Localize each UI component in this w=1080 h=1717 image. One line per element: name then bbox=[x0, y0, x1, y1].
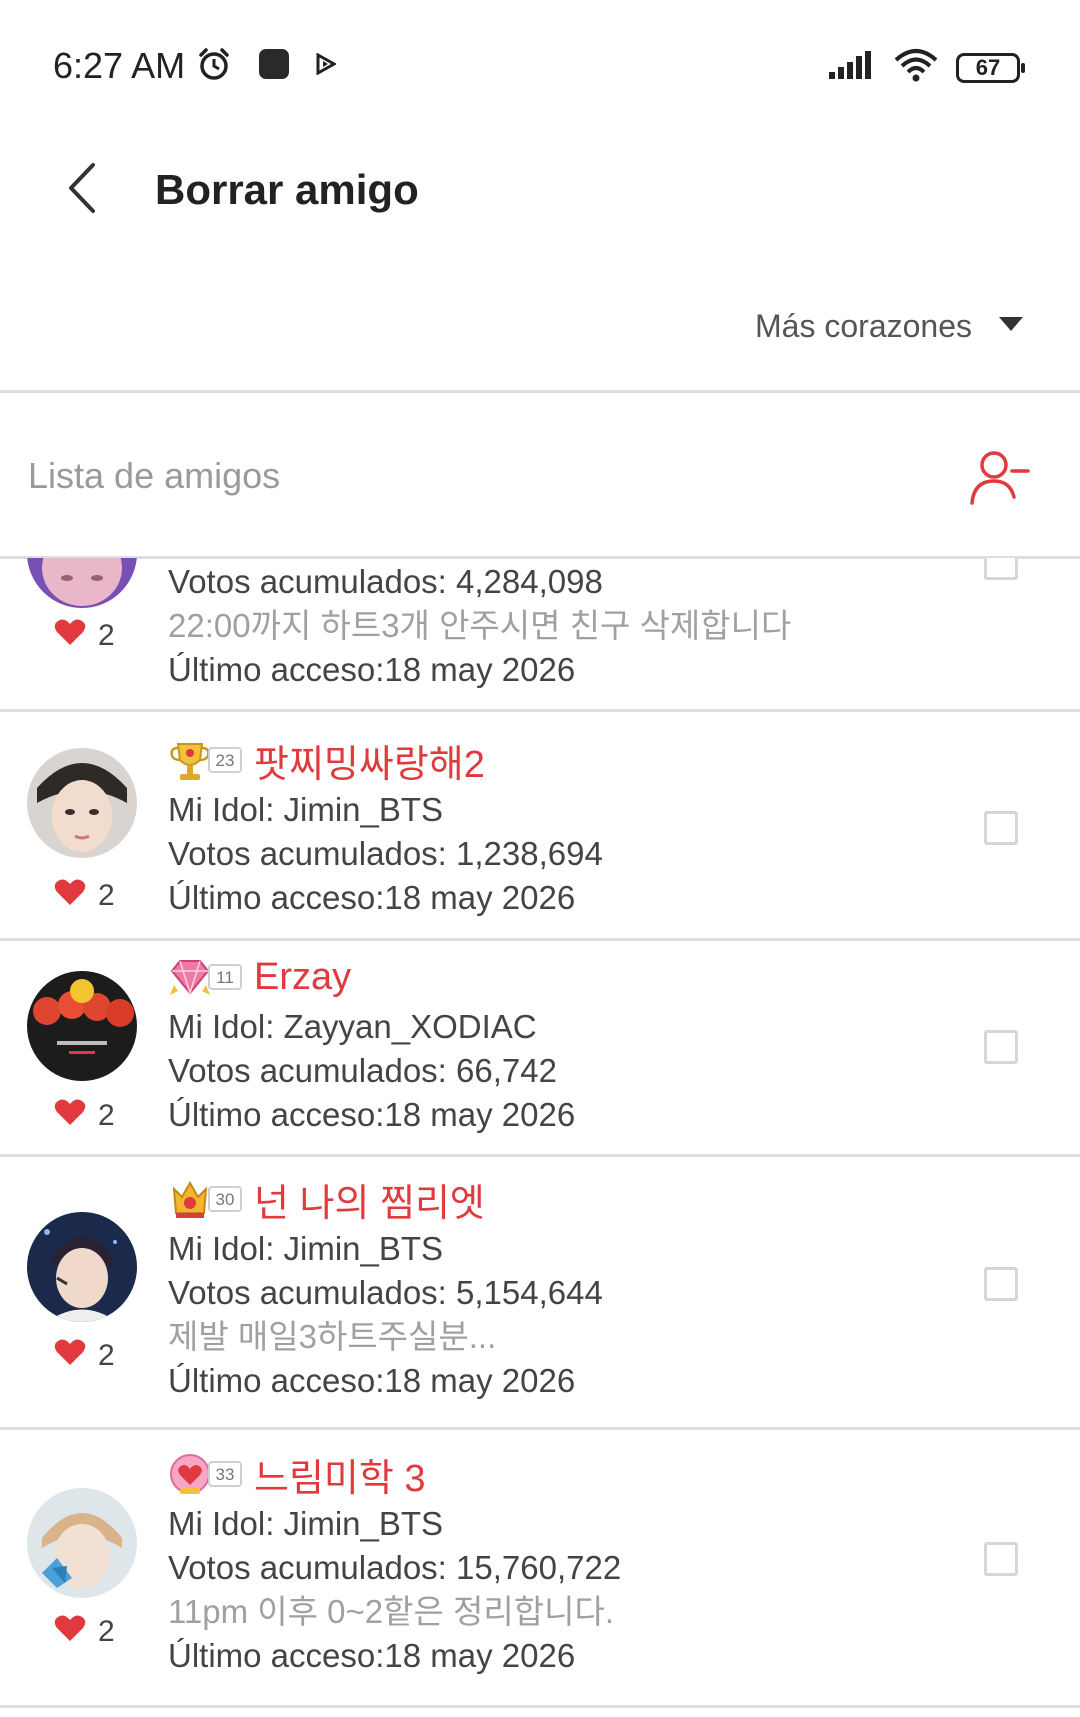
avatar bbox=[27, 748, 137, 858]
friend-last-access: Último acceso:18 may 2026 bbox=[168, 1096, 576, 1133]
heart-icon bbox=[54, 618, 86, 654]
friend-name-line: 30 넌 나의 찜리엣 bbox=[168, 1171, 930, 1227]
friend-votes: Votos acumulados: 1,238,694 bbox=[168, 835, 603, 872]
friend-message: 22:00까지 하트3개 안주시면 친구 삭제합니다 bbox=[168, 607, 792, 644]
heart-count: 2 bbox=[54, 1614, 115, 1650]
friend-name: Erzay bbox=[254, 955, 352, 998]
friend-list: 2 Votos acumulados: 4,284,098 22:00까지 하트… bbox=[0, 558, 1080, 1717]
select-checkbox[interactable] bbox=[984, 1030, 1018, 1064]
badge-level: 30 bbox=[208, 1186, 242, 1212]
friend-info: 30 넌 나의 찜리엣 Mi Idol: Jimin_BTS Votos acu… bbox=[168, 1171, 930, 1403]
friend-idol: Mi Idol: Zayyan_XODIAC bbox=[168, 1008, 537, 1045]
heart-count-value: 2 bbox=[98, 1339, 115, 1372]
avatar bbox=[27, 971, 137, 1081]
trophy-badge-icon: 23 bbox=[168, 738, 244, 782]
alarm-icon bbox=[196, 46, 232, 87]
heart-icon bbox=[54, 1098, 86, 1134]
select-checkbox[interactable] bbox=[984, 1542, 1018, 1576]
caret-down-icon bbox=[998, 316, 1024, 337]
friend-name-line: 11 Erzay bbox=[168, 949, 930, 1005]
friend-votes: Votos acumulados: 66,742 bbox=[168, 1052, 557, 1089]
friend-info: Votos acumulados: 4,284,098 22:00까지 하트3개… bbox=[168, 560, 930, 692]
heart-count: 2 bbox=[54, 1338, 115, 1374]
friend-idol: Mi Idol: Jimin_BTS bbox=[168, 1230, 444, 1267]
badge-level: 33 bbox=[208, 1461, 242, 1487]
friend-info: 33 느림미학 3 Mi Idol: Jimin_BTS Votos acumu… bbox=[168, 1446, 930, 1678]
friend-votes: Votos acumulados: 15,760,722 bbox=[168, 1549, 622, 1586]
avatar bbox=[27, 1488, 137, 1598]
battery-icon: 67 bbox=[956, 52, 1025, 83]
friend-row: 2 33 느림미학 3 Mi Idol: Jimin_BTS Votos acu… bbox=[0, 1430, 1080, 1708]
friend-message: 제발 매일3하트주실분... bbox=[168, 1318, 497, 1355]
sort-label: Más corazones bbox=[755, 308, 972, 344]
friend-votes: Votos acumulados: 5,154,644 bbox=[168, 1274, 603, 1311]
select-checkbox[interactable] bbox=[984, 558, 1018, 580]
friend-idol: Mi Idol: Jimin_BTS bbox=[168, 1505, 444, 1542]
friend-row: 2 30 넌 나의 찜리엣 Mi Idol: Jimin_BTS Votos a… bbox=[0, 1157, 1080, 1430]
heart-badge-icon: 33 bbox=[168, 1452, 244, 1496]
friend-message: 11pm 이후 0~2핱은 정리합니다. bbox=[168, 1593, 614, 1630]
friend-row: 2 Votos acumulados: 4,284,098 22:00까지 하트… bbox=[0, 558, 1080, 712]
status-right: 67 bbox=[828, 48, 1025, 87]
friend-info: 11 Erzay Mi Idol: Zayyan_XODIAC Votos ac… bbox=[168, 949, 930, 1137]
gem-badge-icon: 11 bbox=[168, 955, 244, 999]
badge-level: 23 bbox=[208, 747, 242, 773]
friend-name: 팟찌밍싸랑해2 bbox=[254, 743, 485, 786]
friend-name: 넌 나의 찜리엣 bbox=[254, 1182, 485, 1225]
friend-last-access: Último acceso:18 may 2026 bbox=[168, 1362, 576, 1399]
heart-count: 2 bbox=[54, 878, 115, 914]
friend-name-line: 23 팟찌밍싸랑해2 bbox=[168, 732, 930, 788]
friend-name: 느림미학 3 bbox=[254, 1457, 426, 1500]
friend-last-access: Último acceso:18 may 2026 bbox=[168, 651, 576, 688]
badge-level: 11 bbox=[208, 964, 242, 990]
heart-count-value: 2 bbox=[98, 879, 115, 912]
app-header: Borrar amigo bbox=[0, 130, 1080, 250]
heart-icon bbox=[54, 1614, 86, 1650]
friend-votes: Votos acumulados: 4,284,098 bbox=[168, 563, 603, 600]
play-icon bbox=[316, 52, 338, 80]
status-bar: 6:27 AM 67 bbox=[0, 0, 1080, 130]
heart-icon bbox=[54, 1338, 86, 1374]
heart-count: 2 bbox=[54, 1098, 115, 1134]
heart-count-value: 2 bbox=[98, 1615, 115, 1648]
friend-last-access: Último acceso:18 may 2026 bbox=[168, 879, 576, 916]
avatar bbox=[27, 558, 137, 608]
avatar bbox=[27, 1212, 137, 1322]
friend-row: 2 23 팟찌밍싸랑해2 Mi Idol: Jimin_BTS Votos ac… bbox=[0, 712, 1080, 941]
page-title: Borrar amigo bbox=[155, 166, 419, 213]
heart-count: 2 bbox=[54, 618, 115, 654]
signal-icon bbox=[828, 50, 876, 85]
user-minus-icon bbox=[968, 451, 1032, 513]
friend-row: 2 11 Erzay Mi Idol: Zayyan_XODIAC Votos … bbox=[0, 941, 1080, 1157]
heart-count-value: 2 bbox=[98, 619, 115, 652]
friend-info: 23 팟찌밍싸랑해2 Mi Idol: Jimin_BTS Votos acum… bbox=[168, 732, 930, 920]
select-checkbox[interactable] bbox=[984, 811, 1018, 845]
remove-friend-button[interactable] bbox=[968, 445, 1032, 509]
status-time: 6:27 AM bbox=[53, 45, 186, 86]
heart-icon bbox=[54, 878, 86, 914]
list-title: Lista de amigos bbox=[28, 455, 281, 496]
sort-dropdown[interactable]: Más corazones bbox=[755, 308, 1024, 345]
status-left-icons bbox=[196, 46, 338, 87]
select-checkbox[interactable] bbox=[984, 1267, 1018, 1301]
friend-last-access: Último acceso:18 may 2026 bbox=[168, 1637, 576, 1674]
friend-name-line: 33 느림미학 3 bbox=[168, 1446, 930, 1502]
back-button[interactable] bbox=[52, 160, 112, 220]
friend-idol: Mi Idol: Jimin_BTS bbox=[168, 791, 444, 828]
crown-badge-icon: 30 bbox=[168, 1177, 244, 1221]
list-header: Lista de amigos bbox=[0, 393, 1080, 558]
app-square-icon bbox=[258, 48, 290, 85]
chevron-left-icon bbox=[65, 162, 99, 219]
heart-count-value: 2 bbox=[98, 1099, 115, 1132]
wifi-icon bbox=[894, 48, 938, 87]
sort-row: Más corazones bbox=[0, 290, 1080, 390]
